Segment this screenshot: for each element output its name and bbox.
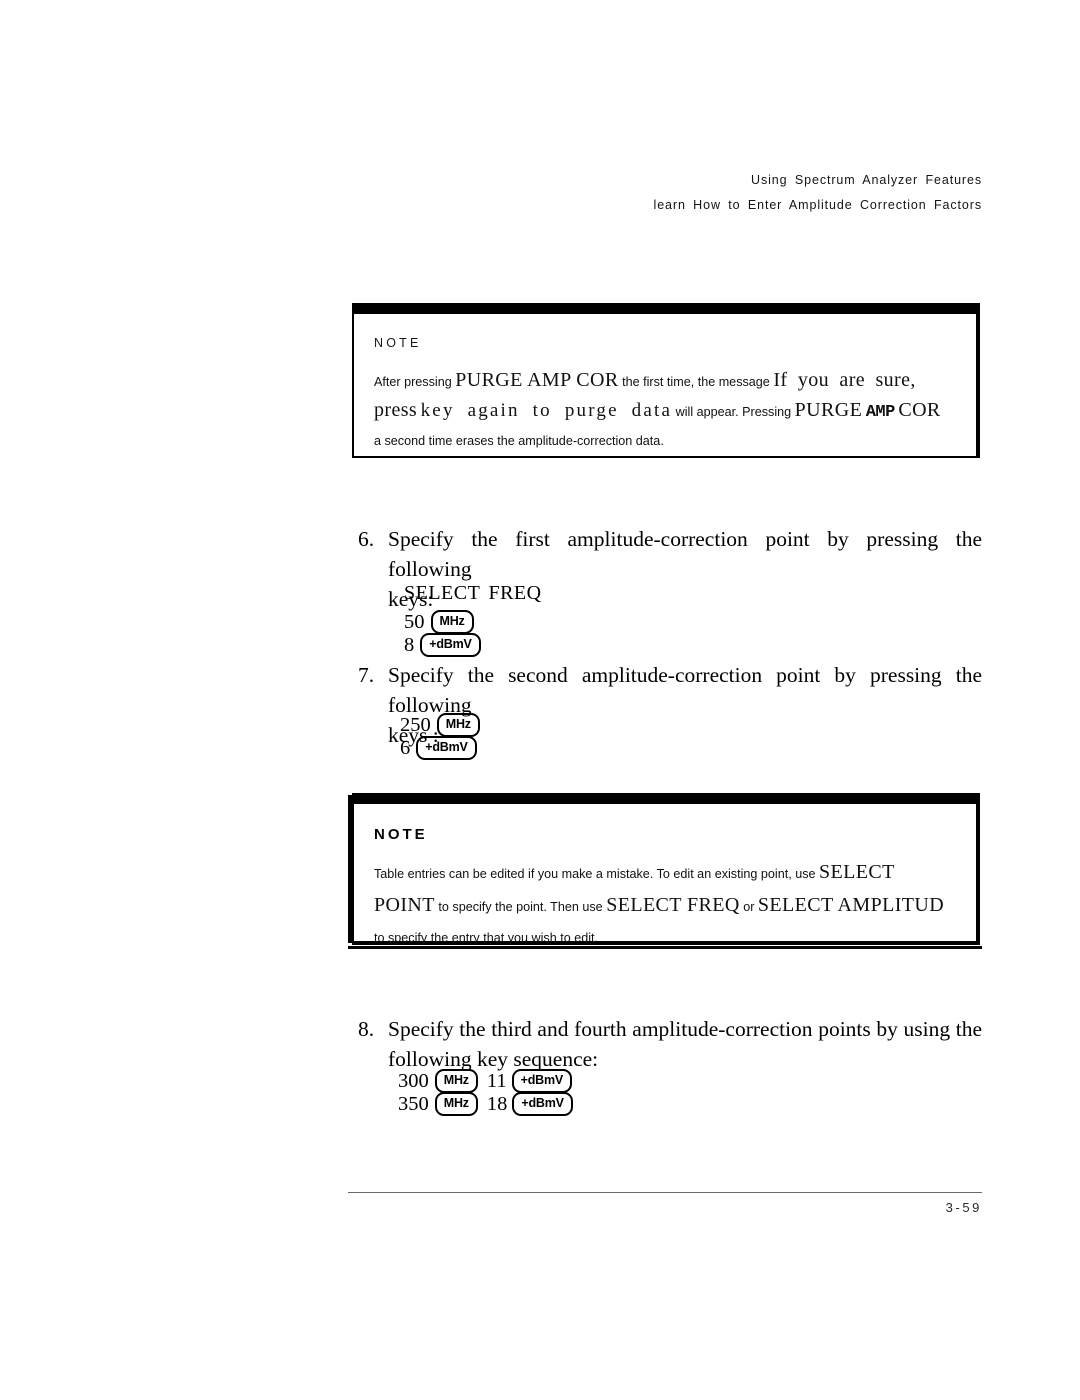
hardkey-mhz[interactable]: MHz xyxy=(436,713,480,737)
key-sequence-step-8: 300 MHz 11 +dBmV 350 MHz 18 +dBmV xyxy=(398,1069,573,1116)
frequency-value: 250 xyxy=(400,713,431,736)
note-body-text: After pressing PURGE AMP COR the first t… xyxy=(374,366,950,455)
key-sequence-step-7: 250 MHz 6 +dBmV xyxy=(400,713,480,760)
note1-seg1: After pressing xyxy=(374,375,452,389)
amplitude-value: 11 xyxy=(486,1069,507,1092)
note2-softkey-select-amplitud: SELECT AMPLITUD xyxy=(757,894,945,916)
step-8-number: 8. xyxy=(358,1017,375,1041)
softkey-select-freq[interactable]: SELECT FREQ xyxy=(404,582,542,605)
frequency-value: 50 xyxy=(404,610,425,633)
note2-seg3: to specify the point. Then use xyxy=(438,900,603,914)
amplitude-value: 8 xyxy=(404,633,415,656)
page-number: 3-59 xyxy=(945,1200,982,1215)
hardkey-mhz[interactable]: MHz xyxy=(434,1092,478,1116)
hardkey-dbmv[interactable]: +dBmV xyxy=(416,736,477,760)
note-box-edit: NOTE Table entries can be edited if you … xyxy=(352,793,980,945)
note1-seg3: the first time, the message xyxy=(622,375,770,389)
amplitude-value: 6 xyxy=(400,736,411,759)
note-box-purge-content: NOTE After pressing PURGE AMP COR the fi… xyxy=(354,314,976,455)
key-line-amplitude: 6 +dBmV xyxy=(400,736,480,760)
note-body-text: Table entries can be edited if you make … xyxy=(374,857,950,954)
note-box-edit-content: NOTE Table entries can be edited if you … xyxy=(354,804,976,954)
step-8-line1: Specify the third and fourth amplitude-c… xyxy=(388,1017,982,1041)
key-line-amplitude: 8 +dBmV xyxy=(404,633,542,657)
note1-softkey-purge-amp-cor: PURGE AMP COR xyxy=(455,369,619,391)
hardkey-mhz[interactable]: MHz xyxy=(430,610,474,634)
note2-seg7: to specify the entry that you wish to ed… xyxy=(374,931,599,945)
frequency-value: 300 xyxy=(398,1069,429,1092)
step-7-line1: Specify the second amplitude-correction … xyxy=(388,663,982,717)
note-label: NOTE xyxy=(374,826,428,843)
note1-seg11: erases the amplitude-correction data. xyxy=(455,434,664,448)
key-line-point-3: 300 MHz 11 +dBmV xyxy=(398,1069,573,1093)
footer-rule xyxy=(348,1192,982,1193)
note-box-purge: NOTE After pressing PURGE AMP COR the fi… xyxy=(352,303,980,458)
header-title-line: Using Spectrum Analyzer Features xyxy=(751,173,982,187)
amplitude-value: 18 xyxy=(486,1092,508,1115)
note1-softkey-purge: PURGE xyxy=(794,399,863,421)
header-subtitle-line: learn How to Enter Amplitude Correction … xyxy=(653,198,982,212)
key-line-frequency: 250 MHz xyxy=(400,713,480,737)
hardkey-dbmv[interactable]: +dBmV xyxy=(420,633,481,657)
key-sequence-step-6: SELECT FREQ 50 MHz 8 +dBmV xyxy=(404,582,542,657)
step-8-row: 8. Specify the third and fourth amplitud… xyxy=(358,1014,982,1074)
note1-seg10: a second time xyxy=(374,434,453,448)
frequency-value: 350 xyxy=(398,1092,429,1115)
document-page: Using Spectrum Analyzer Features learn H… xyxy=(0,0,1080,1400)
running-header: Using Spectrum Analyzer Features learn H… xyxy=(340,168,982,218)
hardkey-dbmv[interactable]: +dBmV xyxy=(512,1092,573,1116)
note2-seg5: or xyxy=(743,900,755,914)
key-line-point-4: 350 MHz 18 +dBmV xyxy=(398,1092,573,1116)
step-7-number: 7. xyxy=(358,663,375,687)
step-8: 8. Specify the third and fourth amplitud… xyxy=(358,1014,982,1074)
step-8-text: Specify the third and fourth amplitude-c… xyxy=(388,1014,982,1074)
step-6-line1: Specify the first amplitude-correction p… xyxy=(388,527,982,581)
step-6-number: 6. xyxy=(358,527,375,551)
note1-softkey-amp: AMP xyxy=(865,403,896,422)
note2-softkey-select-freq: SELECT FREQ xyxy=(606,894,740,916)
note-box-edit-bottom-rule xyxy=(348,946,982,949)
note1-seg6: will appear. Pressing xyxy=(675,405,792,419)
note2-seg1: Table entries can be edited if you make … xyxy=(374,867,816,881)
note1-softkey-cor: COR xyxy=(898,399,941,421)
hardkey-mhz[interactable]: MHz xyxy=(434,1069,478,1093)
note-label: NOTE xyxy=(374,336,422,350)
hardkey-dbmv[interactable]: +dBmV xyxy=(511,1069,573,1093)
key-line-frequency: 50 MHz xyxy=(404,610,542,634)
note1-message-line2: key again to purge data xyxy=(420,400,673,421)
